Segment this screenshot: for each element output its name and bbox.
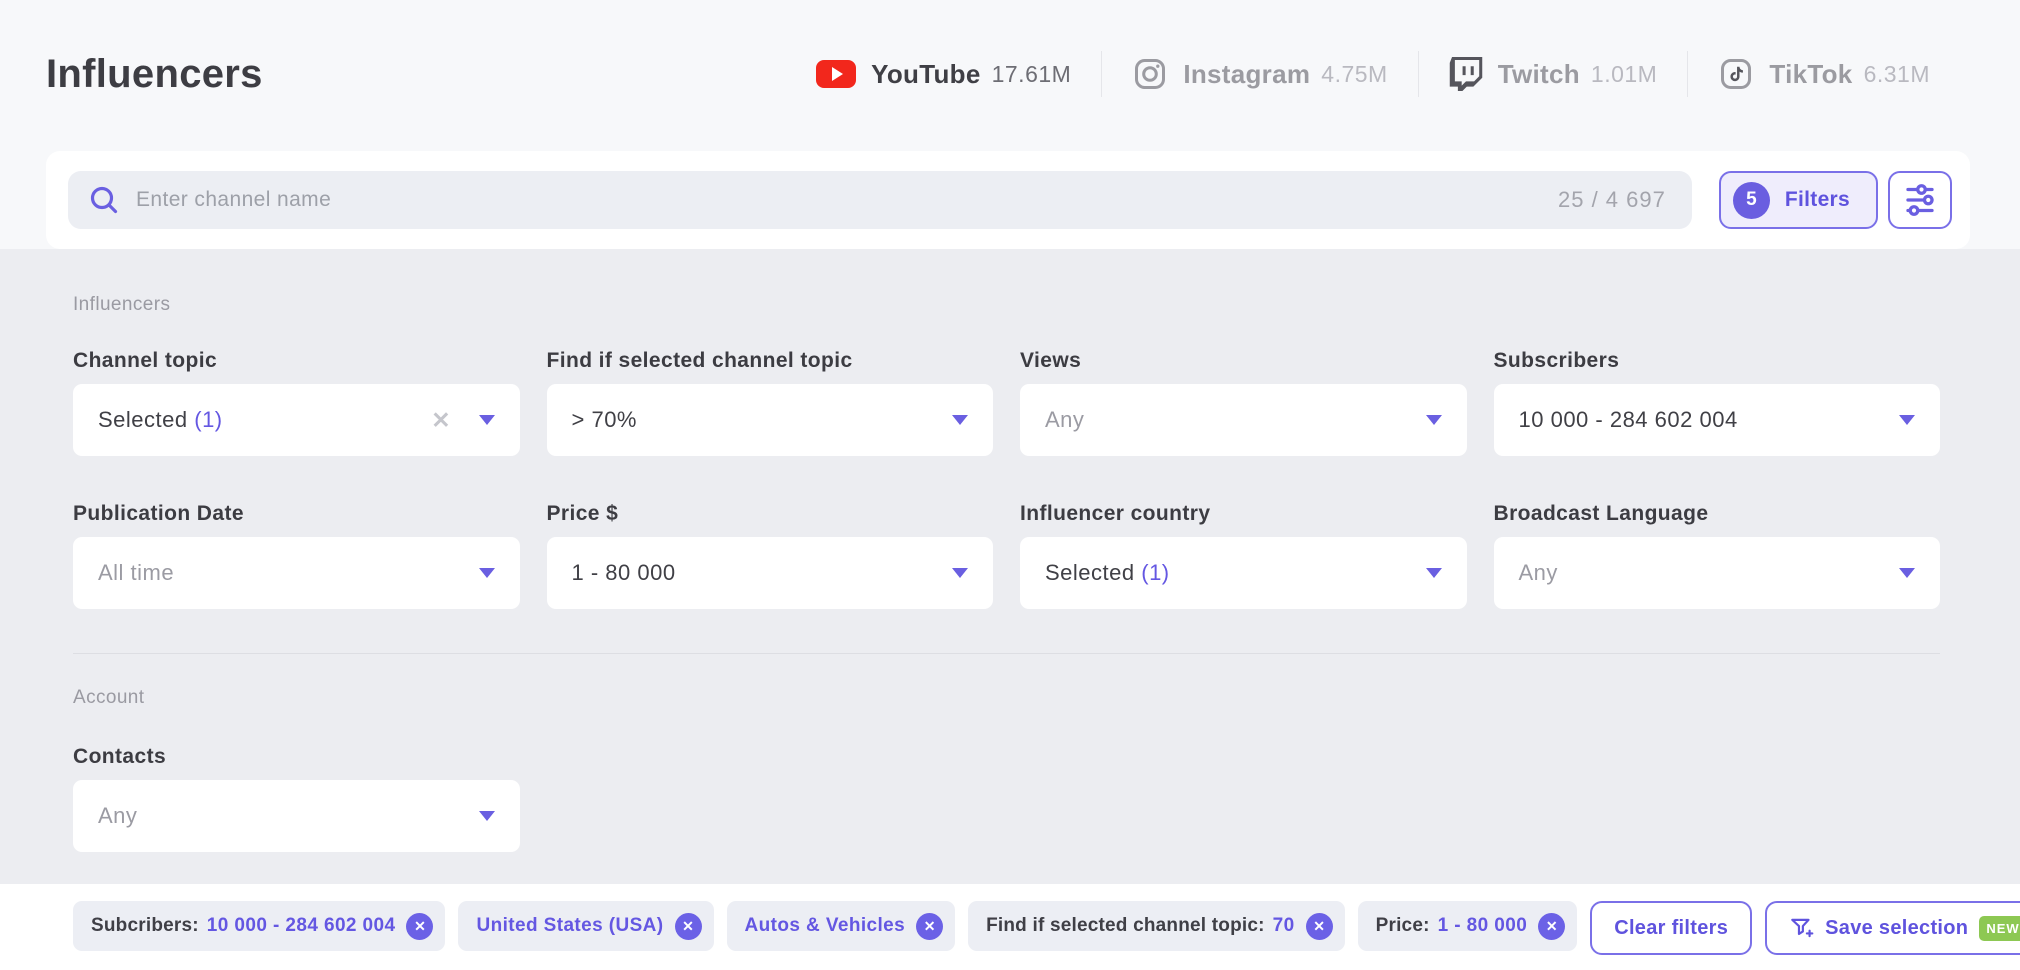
field-broadcast-language: Broadcast Language Any [1494, 502, 1941, 609]
chevron-down-icon [952, 415, 968, 425]
filters-count-badge: 5 [1733, 182, 1770, 219]
platform-name: Instagram [1183, 59, 1310, 90]
field-channel-topic: Channel topic Selected (1) ✕ [73, 349, 520, 456]
remove-filter-icon[interactable]: ✕ [1538, 913, 1565, 940]
chip-price: Price: 1 - 80 000 ✕ [1358, 901, 1578, 951]
youtube-icon [816, 60, 856, 88]
chevron-down-icon [1426, 415, 1442, 425]
filters-button-label: Filters [1785, 188, 1850, 212]
price-select[interactable]: 1 - 80 000 [547, 537, 994, 609]
chevron-down-icon [1899, 568, 1915, 578]
result-counter: 25 / 4 697 [1558, 187, 1666, 213]
broadcast-language-select[interactable]: Any [1494, 537, 1941, 609]
search-card: 25 / 4 697 5 Filters [46, 151, 1970, 249]
field-label: Broadcast Language [1494, 502, 1941, 526]
field-label: Price $ [547, 502, 994, 526]
platform-name: YouTube [871, 59, 980, 90]
filter-settings-button[interactable] [1888, 171, 1952, 229]
contacts-select[interactable]: Any [73, 780, 520, 852]
platform-count: 6.31M [1864, 61, 1930, 88]
filters-panel: Influencers Channel topic Selected (1) ✕… [0, 249, 2020, 884]
field-label: Find if selected channel topic [547, 349, 994, 373]
filters-button[interactable]: 5 Filters [1719, 171, 1878, 229]
field-label: Influencer country [1020, 502, 1467, 526]
field-price: Price $ 1 - 80 000 [547, 502, 994, 609]
tab-tiktok[interactable]: TikTok 6.31M [1718, 56, 1930, 92]
twitch-icon [1449, 57, 1483, 91]
field-contacts: Contacts Any [73, 745, 520, 852]
remove-filter-icon[interactable]: ✕ [1306, 913, 1333, 940]
clear-filters-button[interactable]: Clear filters [1590, 901, 1752, 955]
field-influencer-country: Influencer country Selected (1) [1020, 502, 1467, 609]
platform-count: 17.61M [992, 61, 1072, 88]
section-influencers: Influencers [73, 294, 1940, 316]
active-filters-bar: Subcribers: 10 000 - 284 602 004 ✕ Unite… [0, 884, 2020, 970]
field-label: Contacts [73, 745, 520, 769]
account-grid: Contacts Any [73, 745, 1940, 852]
publication-date-select[interactable]: All time [73, 537, 520, 609]
chevron-down-icon [479, 415, 495, 425]
views-select[interactable]: Any [1020, 384, 1467, 456]
subscribers-select[interactable]: 10 000 - 284 602 004 [1494, 384, 1941, 456]
chevron-down-icon [479, 568, 495, 578]
chip-subscribers: Subcribers: 10 000 - 284 602 004 ✕ [73, 901, 445, 951]
field-publication-date: Publication Date All time [73, 502, 520, 609]
divider [1687, 51, 1688, 97]
influencer-country-select[interactable]: Selected (1) [1020, 537, 1467, 609]
divider [73, 653, 1940, 654]
platform-count: 1.01M [1591, 61, 1657, 88]
search-icon [88, 184, 120, 216]
field-label: Views [1020, 349, 1467, 373]
chip-country: United States (USA) ✕ [458, 901, 713, 951]
funnel-plus-icon [1789, 915, 1815, 941]
chip-topic: Autos & Vehicles ✕ [727, 901, 956, 951]
tab-youtube[interactable]: YouTube 17.61M [816, 59, 1071, 90]
field-topic-percent: Find if selected channel topic > 70% [547, 349, 994, 456]
chevron-down-icon [952, 568, 968, 578]
chevron-down-icon [479, 811, 495, 821]
search-input[interactable] [136, 188, 1558, 212]
header: Influencers YouTube 17.61M Instagram 4.7… [46, 38, 1930, 110]
instagram-icon [1132, 56, 1168, 92]
save-selection-button[interactable]: Save selection NEW [1765, 901, 2020, 955]
remove-filter-icon[interactable]: ✕ [406, 913, 433, 940]
remove-filter-icon[interactable]: ✕ [675, 913, 702, 940]
clear-icon[interactable]: ✕ [431, 409, 450, 432]
chevron-down-icon [1426, 568, 1442, 578]
platform-name: TikTok [1769, 59, 1852, 90]
new-badge: NEW [1979, 916, 2020, 941]
filter-grid: Channel topic Selected (1) ✕ Find if sel… [73, 349, 1940, 609]
field-subscribers: Subscribers 10 000 - 284 602 004 [1494, 349, 1941, 456]
remove-filter-icon[interactable]: ✕ [916, 913, 943, 940]
chevron-down-icon [1899, 415, 1915, 425]
tab-instagram[interactable]: Instagram 4.75M [1132, 56, 1387, 92]
section-account: Account [73, 687, 1940, 709]
chip-topic-percent: Find if selected channel topic: 70 ✕ [968, 901, 1345, 951]
search-box[interactable]: 25 / 4 697 [68, 171, 1692, 229]
platform-name: Twitch [1498, 59, 1580, 90]
divider [1418, 51, 1419, 97]
tiktok-icon [1718, 56, 1754, 92]
field-label: Publication Date [73, 502, 520, 526]
platform-count: 4.75M [1321, 61, 1387, 88]
divider [1101, 51, 1102, 97]
tab-twitch[interactable]: Twitch 1.01M [1449, 57, 1658, 91]
sliders-icon [1902, 182, 1938, 218]
field-label: Channel topic [73, 349, 520, 373]
channel-topic-select[interactable]: Selected (1) ✕ [73, 384, 520, 456]
field-label: Subscribers [1494, 349, 1941, 373]
topic-percent-select[interactable]: > 70% [547, 384, 994, 456]
field-views: Views Any [1020, 349, 1467, 456]
platform-tabs: YouTube 17.61M Instagram 4.75M Twitc [816, 51, 1930, 97]
page-title: Influencers [46, 52, 263, 97]
